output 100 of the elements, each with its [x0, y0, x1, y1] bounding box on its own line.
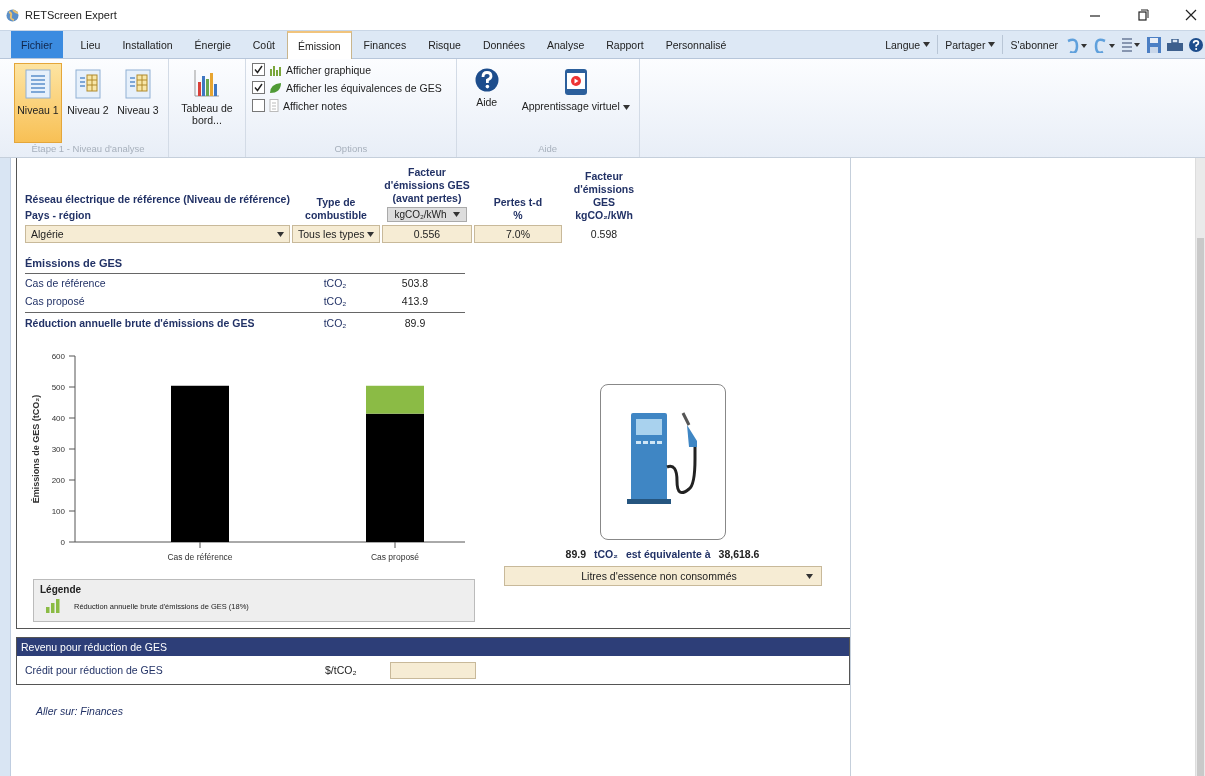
- redo-button[interactable]: [1093, 36, 1115, 53]
- y-tick-label: 500: [51, 383, 66, 392]
- equivalence-label: est équivalente à: [625, 548, 711, 560]
- unit-dropdown[interactable]: kgCO₂/kWh: [387, 207, 467, 222]
- unit-label: tCO₂: [594, 548, 618, 560]
- row-label: Crédit pour réduction de GES: [25, 664, 164, 676]
- caret-icon: [923, 42, 931, 47]
- unit-label: kgCO₂/kWh: [575, 209, 633, 222]
- column-header: Facteur d'émissions GES (avant pertes): [383, 166, 471, 205]
- section-title: Émissions de GES: [25, 257, 465, 274]
- ribbon-tab[interactable]: Rapport: [596, 31, 654, 58]
- ribbon-tab[interactable]: Données: [472, 31, 535, 58]
- close-button[interactable]: [1185, 9, 1197, 21]
- axis-tick: 300: [51, 445, 76, 454]
- checkbox[interactable]: [252, 63, 265, 76]
- value-text: 503.8: [400, 277, 430, 289]
- level-button[interactable]: Niveau 3: [114, 63, 162, 143]
- y-tick-label: 200: [51, 476, 66, 485]
- checkbox[interactable]: [252, 99, 265, 112]
- dropdown-field[interactable]: Litres d'essence non consommés: [503, 566, 822, 586]
- unit-label: $/tCO₂: [325, 664, 358, 676]
- axis-tick: 0: [60, 538, 76, 547]
- dropdown-field[interactable]: Algérie: [25, 225, 290, 243]
- row-label: Cas proposé: [25, 295, 86, 307]
- globe-icon: [6, 8, 19, 22]
- axis-tick: 600: [51, 352, 76, 361]
- level-button[interactable]: Niveau 2: [64, 63, 112, 143]
- document-icon: [74, 68, 102, 100]
- y-tick-label: 600: [51, 352, 66, 361]
- value-text: 413.9: [400, 295, 430, 307]
- document-icon: [124, 68, 152, 100]
- option-label: Afficher les équivalences de GES: [286, 81, 442, 94]
- unit-label: %: [513, 209, 523, 222]
- list-button[interactable]: [1121, 36, 1141, 53]
- tutorial-button[interactable]: Apprentissage virtuel: [518, 63, 633, 143]
- checkbox[interactable]: [252, 81, 265, 94]
- legend-title: Légende: [40, 584, 83, 595]
- ribbon-tab[interactable]: Lieu: [70, 31, 111, 58]
- finances-link[interactable]: Aller sur: Finances: [36, 705, 123, 717]
- input-field[interactable]: 0.556: [382, 225, 472, 243]
- ribbon-tab[interactable]: Énergie: [184, 31, 241, 58]
- window-title: RETScreen Expert: [25, 9, 117, 21]
- help-button[interactable]: [1189, 37, 1203, 52]
- document-icon: [24, 68, 52, 100]
- menu-dropdown[interactable]: Partager: [938, 35, 1004, 54]
- y-tick-label: 300: [51, 445, 66, 454]
- category-label: Cas proposé: [370, 552, 420, 562]
- ribbon-tab[interactable]: Finances: [353, 31, 417, 58]
- y-tick-label: 0: [60, 538, 66, 547]
- axis-tick: 100: [51, 507, 76, 516]
- save-button[interactable]: [1147, 36, 1161, 53]
- subscribe-link[interactable]: S'abonner: [1003, 31, 1065, 58]
- help-button[interactable]: Aide: [462, 63, 511, 143]
- column-header: Pertes t-d: [493, 196, 543, 209]
- value-text: 89.9: [565, 548, 586, 560]
- notes-icon: [269, 99, 279, 112]
- ribbon-tab[interactable]: Coût: [242, 31, 285, 58]
- unit-label: tCO₂: [322, 317, 348, 329]
- group-caption: Aide: [537, 143, 559, 156]
- option-label: Afficher notes: [283, 99, 347, 112]
- bar-chart-icon: [193, 68, 221, 98]
- caret-icon: [367, 231, 374, 237]
- axis-tick: 500: [51, 383, 76, 392]
- undo-button[interactable]: [1065, 36, 1087, 53]
- unit-label: tCO₂: [322, 277, 348, 289]
- scrollbar[interactable]: [1195, 158, 1205, 776]
- caret-icon: [988, 42, 996, 47]
- axis-tick: 400: [51, 414, 76, 423]
- toolbox-button[interactable]: [1167, 38, 1183, 51]
- row-label: Cas de référence: [25, 277, 107, 289]
- unit-label: tCO₂: [322, 295, 348, 307]
- ribbon-tab[interactable]: Fichier: [11, 31, 63, 58]
- ribbon-tab[interactable]: Émission: [286, 31, 352, 59]
- column-header: Type de combustible: [304, 196, 368, 222]
- help-icon: [474, 68, 499, 92]
- input-field[interactable]: [390, 661, 476, 679]
- level-button[interactable]: Niveau 1: [14, 63, 62, 143]
- category-label: Cas de référence: [167, 552, 233, 562]
- dashboard-button[interactable]: Tableau de bord...: [175, 63, 239, 157]
- bar-chart-icon: [269, 63, 282, 76]
- ribbon-tab[interactable]: Risque: [418, 31, 471, 58]
- group-caption: Étape 1 - Niveau d'analyse: [30, 143, 146, 156]
- caret-icon: [805, 573, 813, 579]
- ribbon-tab[interactable]: Personnalisé: [655, 31, 737, 58]
- row-label: Réduction annuelle brute d'émissions de GES: [25, 317, 256, 329]
- ribbon-tab[interactable]: Installation: [112, 31, 183, 58]
- input-field[interactable]: 7.0%: [474, 225, 562, 243]
- column-header: Pays - région: [25, 209, 92, 222]
- caret-icon: [622, 105, 630, 110]
- ribbon-tab[interactable]: Analyse: [536, 31, 595, 58]
- leaf-icon: [269, 81, 282, 94]
- value-text: 38,618.6: [718, 548, 760, 560]
- restore-button[interactable]: [1137, 9, 1149, 21]
- menu-dropdown[interactable]: Langue: [878, 35, 939, 54]
- dropdown-field[interactable]: Tous les types: [292, 225, 380, 243]
- option-label: Afficher graphique: [286, 63, 372, 76]
- y-tick-label: 100: [51, 507, 66, 516]
- section-title: Réseau électrique de référence (Niveau de référence): [25, 193, 290, 206]
- y-tick-label: 400: [51, 414, 66, 423]
- group-caption: Options: [333, 143, 369, 156]
